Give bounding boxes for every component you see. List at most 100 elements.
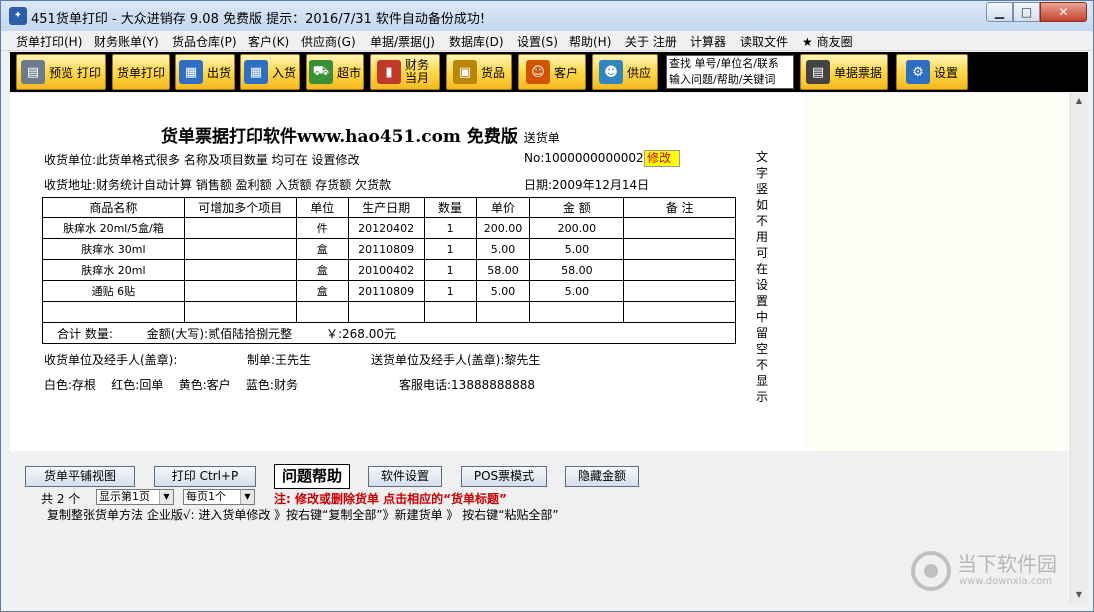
- sender-signature: 送货单位及经手人(盖章):黎先生: [371, 353, 541, 367]
- gift-box-icon: ▣: [452, 60, 477, 84]
- column-header: 金 额: [529, 197, 625, 218]
- hide-amount-button[interactable]: 隐藏金额: [565, 466, 639, 487]
- table-cell: [183, 280, 297, 302]
- minimize-button[interactable]: ▁: [986, 2, 1013, 22]
- close-button[interactable]: ✕: [1040, 2, 1087, 22]
- flat-view-button[interactable]: 货单平铺视图: [25, 466, 135, 487]
- finance-month-button[interactable]: ▮ 财务当月: [370, 54, 440, 90]
- column-header: 生产日期: [347, 197, 425, 218]
- table-cell: 盒: [295, 280, 349, 302]
- menu-customer[interactable]: 客户(K): [248, 33, 289, 50]
- service-phone: 客服电话:13888888888: [399, 378, 536, 392]
- summary-row: 合计 数量: 金额(大写):贰佰陆拾捌元整 ￥:268.00元: [42, 322, 736, 344]
- supplier-icon: ☻: [598, 60, 623, 84]
- table-cell: 20110809: [347, 238, 425, 260]
- receiver-unit: 收货单位:此货单格式很多 名称及项目数量 均可在 设置修改: [44, 153, 360, 167]
- column-header: 单位: [295, 197, 349, 218]
- menu-business-circle[interactable]: ★ 商友圈: [802, 33, 853, 50]
- scroll-down-icon[interactable]: ▼: [1071, 587, 1087, 603]
- menu-print[interactable]: 货单打印(H): [16, 33, 82, 50]
- page-select[interactable]: 显示第1页 ▼: [96, 489, 174, 505]
- menu-settings[interactable]: 设置(S): [517, 33, 558, 50]
- table-cell: 1: [423, 217, 477, 239]
- table-cell: [183, 259, 297, 281]
- table-cell: [295, 301, 349, 323]
- table-cell: [183, 238, 297, 260]
- menu-bills[interactable]: 单据/票据(J): [370, 33, 435, 50]
- maker-label: 制单:王先生: [247, 353, 312, 367]
- table-cell: [475, 301, 531, 323]
- maximize-button[interactable]: □: [1013, 2, 1040, 22]
- table-cell: [423, 301, 477, 323]
- table-cell: 1: [423, 280, 477, 302]
- table-cell: 肤痒水 20ml: [42, 259, 185, 281]
- help-button[interactable]: 问题帮助: [274, 464, 350, 489]
- printer-icon: ▤: [21, 60, 46, 84]
- print-button[interactable]: 打印 Ctrl+P: [154, 466, 256, 487]
- out-goods-icon: ▦: [178, 60, 203, 84]
- bills-button[interactable]: ▤ 单据票据: [800, 54, 888, 90]
- menu-help[interactable]: 帮助(H): [569, 33, 611, 50]
- table-cell: 通贴 6贴: [42, 280, 185, 302]
- menu-about[interactable]: 关于 注册: [625, 33, 677, 50]
- table-cell: 58.00: [529, 259, 625, 281]
- out-goods-button[interactable]: ▦ 出货: [175, 54, 235, 90]
- table-cell: 200.00: [529, 217, 625, 239]
- table-cell: 1: [423, 238, 477, 260]
- order-date: 日期:2009年12月14日: [524, 178, 650, 192]
- per-page-select[interactable]: 每页1个 ▼: [183, 489, 255, 505]
- table-row: 肤痒水 20ml/5盒/箱 件 20120402 1 200.00 200.00: [42, 217, 736, 239]
- in-goods-icon: ▦: [243, 60, 268, 84]
- in-goods-button[interactable]: ▦ 入货: [240, 54, 300, 90]
- preview-print-button[interactable]: ▤ 预览 打印: [16, 54, 106, 90]
- app-window: ✦ 451货单打印 - 大众进销存 9.08 免费版 提示：2016/7/31 …: [0, 0, 1094, 612]
- menu-finance[interactable]: 财务账单(Y): [94, 33, 159, 50]
- menu-calculator[interactable]: 计算器: [690, 33, 726, 50]
- table-cell: 20110809: [347, 280, 425, 302]
- table-cell: 1: [423, 259, 477, 281]
- table-cell: 5.00: [529, 280, 625, 302]
- table-cell: 肤痒水 30ml: [42, 238, 185, 260]
- settings-icon: ⚙: [905, 60, 930, 84]
- table-cell: 盒: [295, 259, 349, 281]
- table-cell: 20100402: [347, 259, 425, 281]
- menu-database[interactable]: 数据库(D): [449, 33, 504, 50]
- edit-button[interactable]: 修改: [644, 150, 680, 167]
- table-cell: [623, 238, 736, 260]
- table-cell: 盒: [295, 238, 349, 260]
- table-cell: [42, 301, 185, 323]
- table-cell: 5.00: [475, 238, 531, 260]
- table-cell: [623, 217, 736, 239]
- settings-button[interactable]: ⚙ 设置: [896, 54, 968, 90]
- watermark-logo: 当下软件园 www.downxia.com: [911, 546, 1071, 596]
- toolbar: ▤ 预览 打印 货单打印 ▦ 出货 ▦ 入货 ⛟ 超市 ▮ 财务当月 ▣ 货品 …: [10, 52, 1088, 92]
- table-cell: [623, 301, 736, 323]
- customer-button[interactable]: ☺ 客户: [518, 54, 586, 90]
- cart-icon: ⛟: [308, 60, 333, 84]
- table-cell: 肤痒水 20ml/5盒/箱: [42, 217, 185, 239]
- menu-goods[interactable]: 货品仓库(P): [172, 33, 237, 50]
- table-cell: [347, 301, 425, 323]
- order-table: 商品名称 可增加多个项目 单位 生产日期 数量 单价 金 额 备 注 肤痒水 2…: [42, 197, 736, 344]
- software-settings-button[interactable]: 软件设置: [368, 466, 442, 487]
- menu-supplier[interactable]: 供应商(G): [301, 33, 356, 50]
- table-cell: 20120402: [347, 217, 425, 239]
- app-icon: ✦: [9, 7, 27, 25]
- pos-mode-button[interactable]: POS票模式: [461, 466, 547, 487]
- column-header: 商品名称: [42, 197, 185, 218]
- print-order-button[interactable]: 货单打印: [112, 54, 170, 90]
- goods-button[interactable]: ▣ 货品: [446, 54, 512, 90]
- document-title[interactable]: 货单票据打印软件www.hao451.com 免费版 送货单: [161, 122, 560, 147]
- table-cell: 5.00: [529, 238, 625, 260]
- chevron-down-icon: ▼: [240, 490, 254, 504]
- table-row: 肤痒水 30ml 盒 20110809 1 5.00 5.00: [42, 238, 736, 260]
- table-cell: 58.00: [475, 259, 531, 281]
- table-cell: [529, 301, 625, 323]
- total-count: 共 2 个: [41, 492, 81, 506]
- menu-read-file[interactable]: 读取文件: [740, 33, 788, 50]
- vertical-scrollbar[interactable]: ▲ ▼: [1070, 93, 1087, 603]
- supplier-button[interactable]: ☻ 供应: [592, 54, 658, 90]
- scroll-up-icon[interactable]: ▲: [1071, 93, 1087, 109]
- search-input[interactable]: 查找 单号/单位名/联系 输入问题/帮助/关键词: [666, 55, 794, 89]
- supermarket-button[interactable]: ⛟ 超市: [306, 54, 364, 90]
